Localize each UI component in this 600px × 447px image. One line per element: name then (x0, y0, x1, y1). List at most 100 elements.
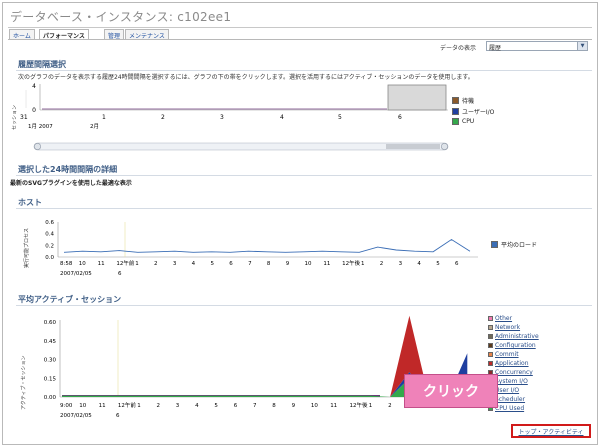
history-chart[interactable]: 4 0 31 1 2 3 4 5 6 1月 2007 2月 (20, 80, 450, 152)
legend-swatch (452, 97, 459, 104)
tab-bar-line (8, 39, 592, 40)
legend-swatch (488, 334, 493, 339)
host-x-tick: 6 (229, 261, 233, 267)
legend-label: User I/O (495, 387, 520, 394)
history-x-tick: 6 (398, 114, 402, 121)
legend-average-load: 平均のロード (491, 240, 537, 249)
legend-label: CPU Used (495, 405, 525, 412)
history-y-tick: 0 (32, 107, 36, 114)
sessions-x-tick: 6 (234, 403, 238, 409)
legend-label: 平均のロード (501, 242, 538, 249)
host-x-tick: 11 (323, 261, 330, 267)
history-x-tick: 5 (338, 114, 342, 121)
legend-swatch (488, 352, 493, 357)
legend-label: Application (495, 360, 529, 367)
legend-label: 待機 (462, 98, 475, 105)
tab-administration[interactable]: 管理 (104, 29, 125, 40)
host-y-tick: 0.2 (45, 243, 54, 249)
legend-swatch (491, 241, 498, 248)
host-x-tick: 9 (286, 261, 290, 267)
sessions-x-tick: 7 (253, 403, 257, 409)
sessions-x-tick: 10 (79, 403, 86, 409)
legend-label: Configuration (495, 342, 536, 349)
host-x-tick: 10 (305, 261, 312, 267)
legend-swatch (488, 343, 493, 348)
host-x-tick: 3 (399, 261, 403, 267)
sessions-x-tick: 4 (195, 403, 199, 409)
host-x-tick: 7 (248, 261, 252, 267)
history-date-label: 2月 (90, 123, 99, 130)
host-y-tick: 0.4 (45, 232, 54, 238)
history-scrollbar-track[interactable] (33, 142, 449, 151)
top-activity-link[interactable]: トップ・アクティビティ (511, 424, 591, 438)
history-y-label: セッション (12, 104, 18, 130)
sessions-legend-item[interactable]: Network (488, 323, 550, 332)
scroll-right-handle-icon[interactable] (440, 142, 448, 150)
chevron-down-icon[interactable]: ▼ (577, 42, 587, 50)
sessions-date-day: 6 (116, 413, 120, 419)
host-y-tick: 0.0 (45, 255, 54, 261)
history-x-tick: 1 (102, 114, 106, 121)
legend-swatch (488, 361, 493, 366)
detail-section-title: 選択した24時間間隔の詳細 (18, 165, 118, 174)
host-chart: 0.60.40.20.0 8:58 10 11 12午前 1 2 3 4 5 6 7 8 9 10 11 12… (45, 220, 478, 277)
history-x-tick: 2 (161, 114, 165, 121)
host-section-rule (16, 208, 592, 209)
sessions-legend-item[interactable]: Commit (488, 350, 550, 359)
sessions-x-tick: 11 (330, 403, 337, 409)
sessions-date-label: 2007/02/05 (60, 413, 92, 419)
history-selected-interval[interactable] (387, 84, 447, 111)
legend-wait: 待機 (452, 96, 474, 105)
history-y-tick: 4 (32, 83, 36, 90)
sessions-x-tick: 2 (388, 403, 392, 409)
legend-swatch (488, 316, 493, 321)
title-divider (8, 27, 592, 28)
data-view-select[interactable]: 履歴 ▼ (486, 41, 588, 52)
tab-performance[interactable]: パフォーマンス (39, 29, 89, 40)
history-section-rule (16, 70, 592, 71)
host-y-label: 実行可能プロセス (24, 227, 30, 268)
host-chart-title: ホスト (18, 198, 42, 207)
host-x-tick: 3 (173, 261, 177, 267)
sessions-legend-item[interactable]: Other (488, 314, 550, 323)
sessions-x-tick: 9 (292, 403, 296, 409)
click-callout: クリック (404, 374, 498, 408)
sessions-x-tick: 12午前 (118, 401, 136, 409)
legend-label: System I/O (495, 378, 528, 385)
sessions-x-tick: 5 (214, 403, 218, 409)
legend-label: ユーザーI/O (462, 109, 495, 116)
host-x-tick: 5 (436, 261, 440, 267)
host-date-label: 2007/02/05 (60, 271, 92, 277)
sessions-x-tick: 3 (176, 403, 180, 409)
sessions-y-tick: 0.60 (44, 320, 57, 326)
host-date-day: 6 (118, 271, 122, 277)
legend-swatch (452, 108, 459, 115)
legend-label: Scheduler (495, 396, 526, 403)
history-scroll-thumb[interactable] (386, 144, 440, 149)
sessions-legend-item[interactable]: Application (488, 359, 550, 368)
legend-swatch (452, 118, 459, 125)
detail-section-rule (16, 175, 592, 176)
sessions-legend-item[interactable]: Configuration (488, 341, 550, 350)
host-x-tick: 4 (417, 261, 421, 267)
history-date-label: 1月 2007 (28, 123, 53, 130)
sessions-legend-item[interactable]: Administrative (488, 332, 550, 341)
host-x-tick: 2 (380, 261, 384, 267)
scroll-left-handle-icon[interactable] (34, 142, 42, 150)
sessions-x-tick: 2 (157, 403, 161, 409)
sessions-y-tick: 0.15 (44, 376, 57, 382)
host-x-tick: 1 (135, 261, 139, 267)
sessions-y-tick: 0.45 (44, 339, 57, 345)
host-x-tick: 10 (79, 261, 86, 267)
tab-home[interactable]: ホーム (9, 29, 35, 40)
tab-maintenance[interactable]: メンテナンス (125, 29, 169, 40)
host-x-tick: 2 (154, 261, 158, 267)
legend-user-io: ユーザーI/O (452, 107, 494, 116)
sessions-y-tick: 0.30 (44, 358, 57, 364)
sessions-x-tick: 11 (99, 403, 106, 409)
sessions-chart-title: 平均アクティブ・セッション (18, 295, 122, 304)
sessions-y-tick: 0.00 (44, 395, 57, 401)
legend-label: Concurrency (495, 369, 533, 376)
host-x-tick: 12午前 (116, 259, 134, 267)
sessions-x-tick: 9:00 (60, 403, 73, 409)
